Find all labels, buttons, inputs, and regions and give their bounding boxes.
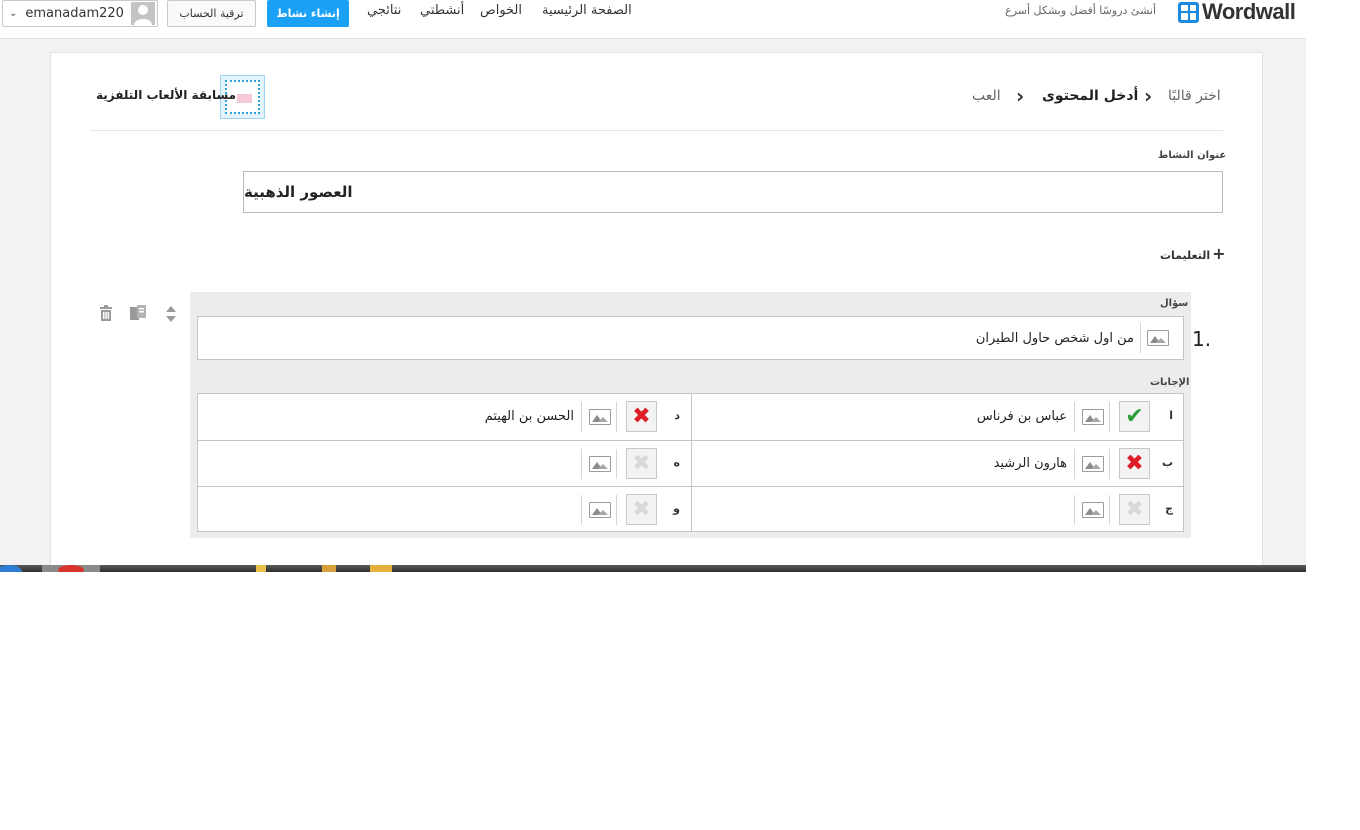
wordwall-logo[interactable]: Wordwall (1178, 0, 1296, 24)
template-name: مسابقة الألعاب التلفزية (96, 88, 237, 102)
chevron-right-icon: › (1144, 84, 1153, 108)
avatar (131, 2, 155, 25)
answer-row: د ✖ الحسن بن الهيتم (198, 394, 691, 440)
image-icon[interactable] (1082, 409, 1104, 425)
separator (1074, 495, 1075, 525)
upgrade-account-button[interactable]: ترقية الحساب (167, 0, 256, 27)
answer-letter: و (673, 502, 680, 515)
trash-icon[interactable] (98, 304, 114, 324)
nav-features[interactable]: الخواص (480, 3, 522, 18)
image-icon[interactable] (1082, 502, 1104, 518)
separator (581, 449, 582, 479)
image-icon[interactable] (1147, 330, 1169, 346)
answer-row: ه ✖ (198, 440, 691, 486)
tagline: أنشئ دروسًا أفضل وبشكل أسرع (1005, 4, 1156, 17)
username: emanadam220 (25, 6, 124, 21)
taskbar-item[interactable] (370, 565, 392, 572)
logo-text: Wordwall (1202, 0, 1296, 24)
image-icon[interactable] (589, 502, 611, 518)
browser-icon (58, 565, 84, 572)
separator (616, 402, 617, 432)
close-icon[interactable]: ✖ (1119, 448, 1150, 479)
separator (1074, 449, 1075, 479)
question-number: 1. (1192, 327, 1212, 351)
answer-row: ب ✖ هارون الرشيد (691, 440, 1184, 486)
breadcrumb-step-play: العب (972, 88, 1001, 104)
logo-icon (1178, 1, 1199, 23)
user-menu[interactable]: ⌄ emanadam220 (2, 0, 158, 27)
separator (1140, 323, 1141, 353)
nav-my-activities[interactable]: أنشطتي (420, 3, 464, 18)
chevron-down-icon: ⌄ (9, 8, 18, 19)
answer-letter: ب (1161, 456, 1173, 469)
activity-title-label: عنوان النشاط (1158, 150, 1227, 161)
create-activity-button[interactable]: إنشاء نشاط (267, 0, 349, 27)
check-icon[interactable]: ✔ (1119, 401, 1150, 432)
close-icon[interactable]: ✖ (1119, 494, 1150, 525)
separator (581, 402, 582, 432)
answer-letter: ا (1169, 409, 1173, 422)
answer-letter: د (674, 409, 680, 422)
answer-letter: ج (1165, 502, 1173, 515)
image-icon[interactable] (1082, 456, 1104, 472)
close-icon[interactable]: ✖ (626, 401, 657, 432)
answers-grid: ا ✔ عباس بن فرناس د ✖ الحسن بن الهيتم ب … (197, 393, 1184, 532)
nav-home[interactable]: الصفحة الرئيسية (542, 3, 632, 18)
answer-text[interactable]: عباس بن فرناس (977, 409, 1067, 424)
nav-my-results[interactable]: نتائجي (367, 3, 401, 18)
close-icon[interactable]: ✖ (626, 494, 657, 525)
answer-text[interactable]: هارون الرشيد (994, 456, 1067, 471)
separator (1074, 402, 1075, 432)
question-label: سؤال (1160, 298, 1189, 309)
answer-row: ج ✖ (691, 486, 1184, 531)
divider (90, 130, 1223, 131)
separator (1109, 449, 1110, 479)
start-button-icon[interactable] (0, 565, 22, 572)
instructions-toggle[interactable]: +التعليمات (1160, 244, 1226, 263)
separator (616, 449, 617, 479)
breadcrumb-step-template[interactable]: اختر قالبًا (1168, 88, 1221, 104)
separator (616, 495, 617, 525)
question-text: من اول شخص حاول الطيران (975, 331, 1134, 346)
duplicate-icon[interactable] (129, 304, 146, 324)
answer-text[interactable]: الحسن بن الهيتم (485, 409, 574, 424)
taskbar-item[interactable] (322, 565, 336, 572)
instructions-label: التعليمات (1160, 249, 1211, 262)
separator (1109, 402, 1110, 432)
top-bar: Wordwall أنشئ دروسًا أفضل وبشكل أسرع الص… (0, 0, 1306, 39)
separator (581, 495, 582, 525)
answer-letter: ه (673, 456, 681, 469)
os-taskbar (0, 565, 1306, 572)
taskbar-item[interactable] (42, 565, 100, 572)
breadcrumb-step-content: أدخل المحتوى (1042, 88, 1139, 104)
question-input[interactable]: من اول شخص حاول الطيران (197, 316, 1184, 360)
close-icon[interactable]: ✖ (626, 448, 657, 479)
answer-row: و ✖ (198, 486, 691, 531)
image-icon[interactable] (589, 456, 611, 472)
activity-title-input[interactable]: العصور الذهبية (243, 171, 1223, 213)
answer-row: ا ✔ عباس بن فرناس (691, 394, 1184, 440)
taskbar-item[interactable] (256, 565, 266, 572)
image-icon[interactable] (589, 409, 611, 425)
reorder-icon[interactable] (163, 304, 179, 324)
answers-label: الإجابات (1150, 377, 1190, 388)
chevron-right-icon: › (1016, 84, 1025, 108)
plus-icon: + (1212, 244, 1226, 263)
separator (1109, 495, 1110, 525)
